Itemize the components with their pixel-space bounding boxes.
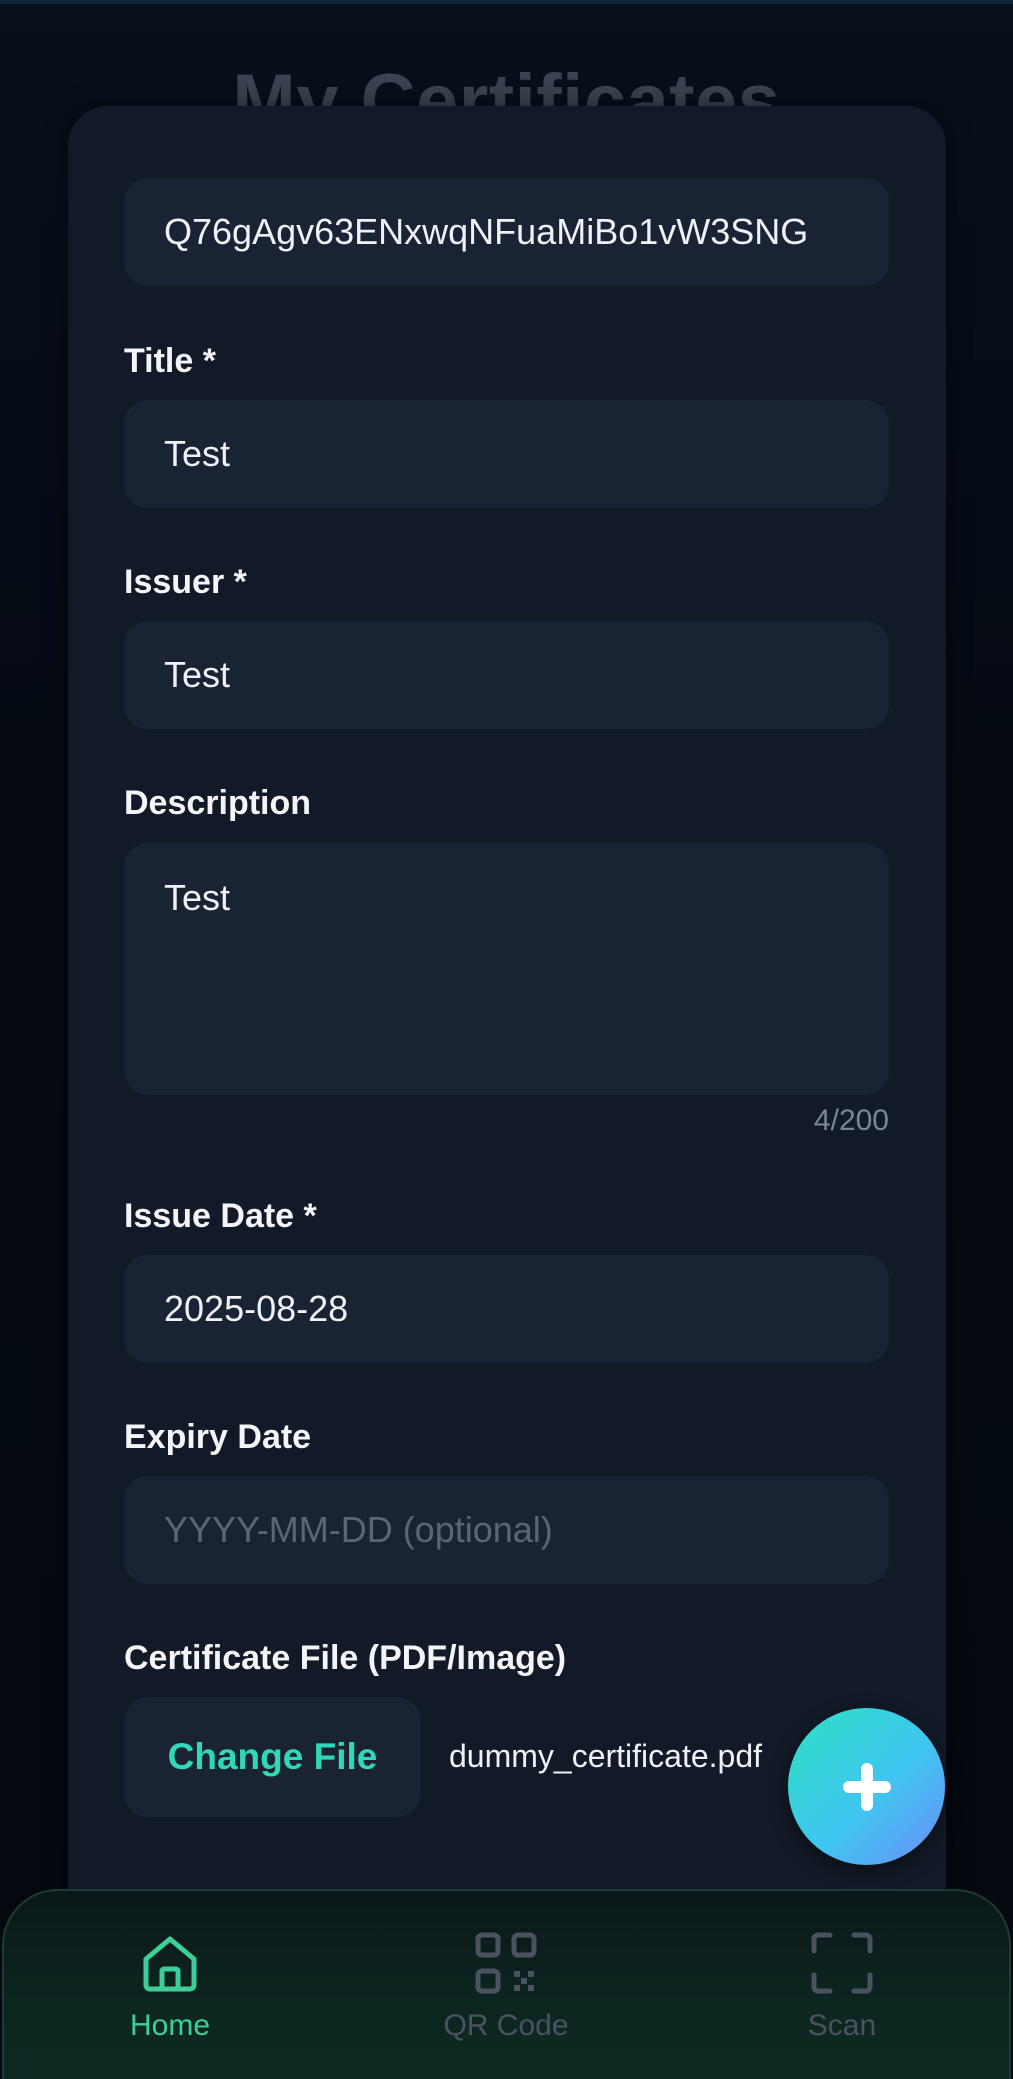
issuer-label: Issuer * — [124, 563, 247, 601]
selected-file-name: dummy_certificate.pdf — [449, 1738, 763, 1774]
nav-item-home[interactable]: Home — [70, 1925, 270, 2043]
certificate-id-field[interactable]: Q76gAgv63ENxwqNFuaMiBo1vW3SNG — [124, 178, 889, 286]
change-file-button[interactable]: Change File — [124, 1697, 421, 1817]
description-char-counter: 4/200 — [813, 1104, 889, 1137]
expiry-date-label: Expiry Date — [124, 1418, 312, 1456]
status-bar-line — [0, 0, 1013, 4]
qr-code-icon — [475, 1932, 537, 1994]
title-input[interactable]: Test — [124, 400, 889, 508]
page-title: My Certificates — [232, 59, 781, 110]
nav-label-qr-code: QR Code — [443, 2009, 569, 2042]
scan-icon — [811, 1932, 873, 1994]
certificate-file-label: Certificate File (PDF/Image) — [124, 1639, 567, 1677]
plus-icon — [842, 1762, 891, 1811]
nav-label-home: Home — [129, 2009, 211, 2042]
expiry-date-input[interactable]: YYYY-MM-DD (optional) — [124, 1476, 889, 1584]
title-label: Title * — [124, 342, 216, 380]
nav-label-scan: Scan — [807, 2009, 877, 2042]
issue-date-label: Issue Date * — [124, 1197, 317, 1235]
issuer-input[interactable]: Test — [124, 621, 889, 729]
issue-date-input[interactable]: 2025-08-28 — [124, 1255, 889, 1363]
nav-item-scan[interactable]: Scan — [742, 1925, 942, 2043]
nav-item-qr-code[interactable]: QR Code — [406, 1925, 606, 2043]
add-fab-button[interactable] — [788, 1708, 945, 1865]
description-label: Description — [124, 784, 312, 822]
description-input[interactable]: Test — [124, 843, 889, 1095]
home-icon — [143, 1936, 197, 1992]
